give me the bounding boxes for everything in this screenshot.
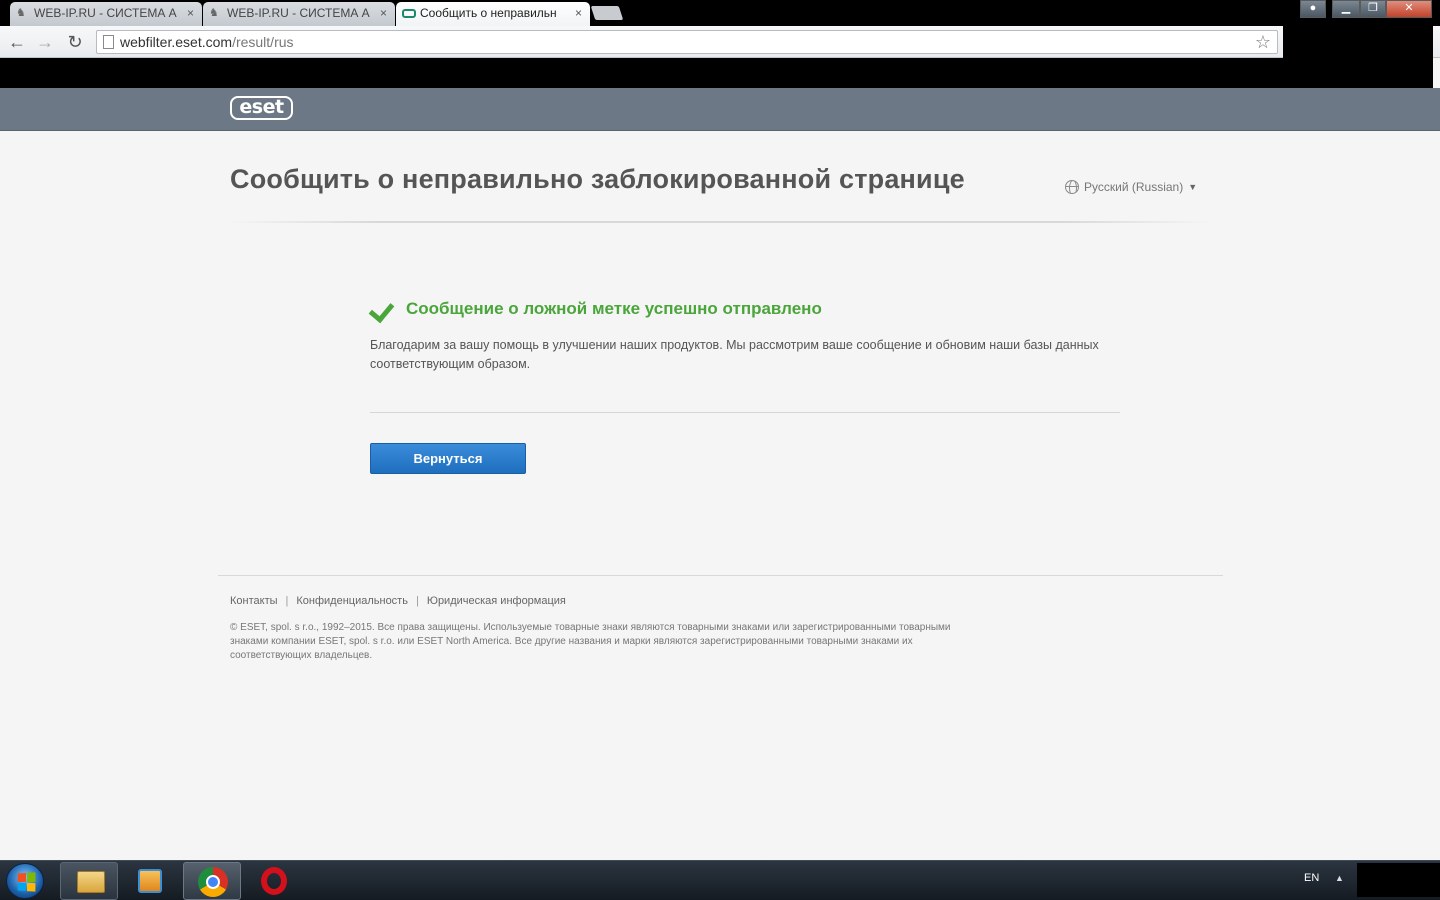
content-divider <box>370 412 1120 413</box>
tab-close-icon[interactable]: × <box>575 2 582 24</box>
show-hidden-icons-icon[interactable]: ▲ <box>1335 873 1344 883</box>
browser-tab-strip: ♞ WEB-IP.RU - СИСТЕМА А × ♞ WEB-IP.RU - … <box>0 0 1440 26</box>
window-controls: ● ▁ ❐ ✕ <box>1300 0 1432 18</box>
language-selector[interactable]: Русский (Russian) ▼ <box>1065 180 1197 194</box>
windows-logo-icon <box>17 872 36 892</box>
title-divider <box>230 221 1210 223</box>
copyright-text: © ESET, spol. s r.o., 1992–2015. Все пра… <box>230 622 951 661</box>
reload-icon[interactable]: ↻ <box>64 31 86 53</box>
new-tab-button[interactable] <box>590 6 624 20</box>
tab-title: Сообщить о неправильн <box>420 6 557 20</box>
page-title: Сообщить о неправильно заблокированной с… <box>230 164 965 194</box>
address-bar[interactable]: webfilter.eset.com/result/rus ☆ <box>96 30 1278 54</box>
site-favicon-icon: ♞ <box>16 7 26 19</box>
user-profile-icon[interactable]: ● <box>1300 0 1326 18</box>
close-window-button[interactable]: ✕ <box>1386 0 1432 18</box>
globe-icon <box>1065 180 1079 194</box>
tab-title: WEB-IP.RU - СИСТЕМА А <box>34 6 177 20</box>
back-button[interactable]: Вернуться <box>370 443 526 474</box>
folder-icon <box>77 871 105 893</box>
taskbar-opera[interactable] <box>245 862 303 900</box>
thank-you-text: Благодарим за вашу помощь в улучшении на… <box>370 338 1099 371</box>
taskbar-media-player[interactable] <box>120 862 178 900</box>
footer-links: Контакты | Конфиденциальность | Юридичес… <box>230 595 566 607</box>
footer-link-privacy[interactable]: Конфиденциальность <box>296 595 408 607</box>
eset-favicon-icon <box>402 9 416 18</box>
browser-toolbar: ← → ↻ webfilter.eset.com/result/rus ☆ <box>0 26 1440 58</box>
windows-taskbar: EN ▲ <box>0 860 1440 900</box>
footer-link-contacts[interactable]: Контакты <box>230 595 278 607</box>
bookmark-star-icon[interactable]: ☆ <box>1255 31 1271 53</box>
keyboard-language[interactable]: EN <box>1304 872 1319 884</box>
footer-divider <box>218 575 1223 576</box>
checkmark-icon <box>370 298 396 320</box>
redacted-bar <box>0 58 1433 88</box>
browser-tab-2[interactable]: ♞ WEB-IP.RU - СИСТЕМА А × <box>203 2 395 26</box>
page-icon <box>103 35 114 49</box>
tab-title: WEB-IP.RU - СИСТЕМА А <box>227 6 370 20</box>
caret-down-icon: ▼ <box>1188 182 1198 192</box>
opera-icon <box>261 867 287 895</box>
site-favicon-icon: ♞ <box>209 7 219 19</box>
minimize-button[interactable]: ▁ <box>1332 0 1360 18</box>
redacted-clock <box>1357 863 1440 897</box>
media-player-icon <box>138 869 162 893</box>
taskbar-chrome[interactable] <box>183 862 241 900</box>
taskbar-explorer[interactable] <box>60 862 118 900</box>
url-text[interactable]: webfilter.eset.com/result/rus <box>120 34 294 50</box>
site-header: eset <box>0 88 1440 131</box>
back-arrow-icon[interactable]: ← <box>6 31 28 53</box>
success-message: Сообщение о ложной метке успешно отправл… <box>370 298 822 320</box>
chrome-icon <box>198 867 228 897</box>
browser-tab-1[interactable]: ♞ WEB-IP.RU - СИСТЕМА А × <box>10 2 202 26</box>
language-label: Русский (Russian) <box>1084 180 1184 194</box>
footer-separator: | <box>285 595 289 607</box>
forward-arrow-icon[interactable]: → <box>34 31 56 53</box>
footer-link-legal[interactable]: Юридическая информация <box>427 595 566 607</box>
tab-close-icon[interactable]: × <box>187 2 194 24</box>
maximize-button[interactable]: ❐ <box>1360 0 1386 18</box>
success-text: Сообщение о ложной метке успешно отправл… <box>406 299 822 318</box>
tab-close-icon[interactable]: × <box>380 2 387 24</box>
footer-separator: | <box>415 595 419 607</box>
browser-tab-3-active[interactable]: Сообщить о неправильн × <box>396 2 590 26</box>
start-button[interactable] <box>6 863 44 899</box>
eset-logo[interactable]: eset <box>230 96 293 120</box>
